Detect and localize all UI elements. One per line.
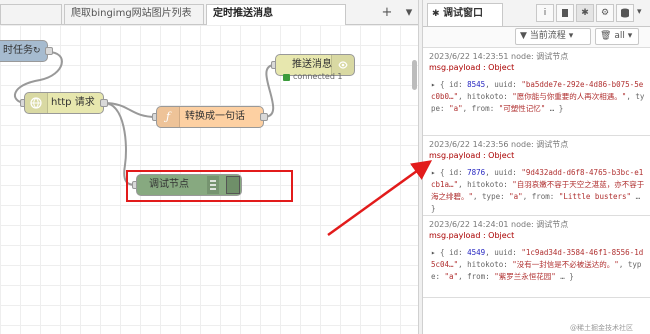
wire-function-push xyxy=(263,64,276,118)
info-icon[interactable]: i xyxy=(536,4,554,22)
output-port[interactable] xyxy=(45,47,53,55)
message-payload[interactable]: ▸ { id: 7876, uuid: "9d432add-d6f8-4765-… xyxy=(431,167,645,215)
flow-menu-button[interactable]: ▾ xyxy=(400,4,418,22)
function-icon: ƒ xyxy=(157,107,180,127)
payload-from: "可塑性记忆" xyxy=(498,104,546,113)
globe-icon xyxy=(25,93,48,113)
sidebar-header: ✱ 调试窗口 i ✱ ⚙ ▾ xyxy=(423,0,650,27)
clear-label: all xyxy=(614,31,625,41)
bug-icon: ✱ xyxy=(432,9,440,19)
filter-label: 当前流程 xyxy=(529,31,566,41)
payload-tail: … } xyxy=(549,104,564,113)
output-port[interactable] xyxy=(100,99,108,107)
output-port[interactable] xyxy=(260,113,268,121)
expand-caret-icon[interactable]: ▸ xyxy=(431,80,436,89)
payload-from: "紫罗兰永恒花园" xyxy=(494,272,556,281)
tab-label: 定时推送消息 xyxy=(213,8,273,19)
message-meta: 2023/6/22 14:23:56 node: 调试节点 xyxy=(429,140,569,149)
debug-toolbar: ▼ 当前流程 ▾ 🗑 all ▾ xyxy=(423,27,650,48)
node-label: 时任务 xyxy=(3,45,33,56)
connection-status: connected 1 xyxy=(293,72,343,81)
tab-label: 爬取bingimg网站图片列表 xyxy=(71,8,192,19)
flow-tab-bar: 爬取bingimg网站图片列表 定时推送消息 + ▾ xyxy=(0,0,422,25)
function-node[interactable]: ƒ 转换成一句话 xyxy=(156,106,264,128)
http-request-node[interactable]: http 请求 xyxy=(24,92,104,114)
payload-id: 4549 xyxy=(467,248,486,257)
payload-hitokoto: "没有一封信是不必被送达的。" xyxy=(512,260,619,269)
database-icon[interactable] xyxy=(616,4,634,22)
tab-bingimg-crawler[interactable]: 爬取bingimg网站图片列表 xyxy=(64,4,204,24)
payload-type: "a" xyxy=(449,104,463,113)
payload-hitokoto: "愿你能与你重要的人再次相遇。" xyxy=(512,92,627,101)
debug-message[interactable]: 2023/6/22 14:23:51 node: 调试节点 msg.payloa… xyxy=(423,48,650,136)
add-flow-button[interactable]: + xyxy=(378,4,396,22)
message-topic[interactable]: msg.payload : Object xyxy=(429,231,514,240)
trash-icon: 🗑 xyxy=(600,31,612,41)
caret-icon: ▾ xyxy=(568,31,574,41)
caret-icon: ▾ xyxy=(627,31,633,41)
watermark: @稀土掘金技术社区 xyxy=(570,324,633,332)
debug-message[interactable]: 2023/6/22 14:23:56 node: 调试节点 msg.payloa… xyxy=(423,136,650,216)
message-meta: 2023/6/22 14:24:01 node: 调试节点 xyxy=(429,220,569,229)
book-icon[interactable] xyxy=(556,4,574,22)
message-payload[interactable]: ▸ { id: 4549, uuid: "1c9ad34d-3584-46f1-… xyxy=(431,247,645,283)
message-topic[interactable]: msg.payload : Object xyxy=(429,151,514,160)
expand-caret-icon[interactable]: ▸ xyxy=(431,168,436,177)
payload-from: "Little busters" xyxy=(558,192,632,201)
payload-type: "a" xyxy=(509,192,523,201)
message-payload[interactable]: ▸ { id: 8545, uuid: "ba5dde7e-292e-4d86-… xyxy=(431,79,645,115)
payload-id: 8545 xyxy=(467,80,486,89)
payload-tail: … } xyxy=(560,272,574,281)
node-label: http 请求 xyxy=(51,97,95,108)
payload-type: "a" xyxy=(444,272,459,281)
highlight-box xyxy=(126,170,293,202)
tab-debug-window[interactable]: ✱ 调试窗口 xyxy=(427,3,503,26)
status-dot xyxy=(283,74,290,81)
filter-icon: ▼ xyxy=(520,31,527,41)
debug-icon[interactable]: ✱ xyxy=(576,4,594,22)
timer-inject-node[interactable]: 时任务 ↻ xyxy=(0,40,48,62)
tab-scheduled-push[interactable]: 定时推送消息 xyxy=(206,4,346,25)
clear-dropdown[interactable]: 🗑 all ▾ xyxy=(595,28,639,45)
message-meta: 2023/6/22 14:23:51 node: 调试节点 xyxy=(429,52,569,61)
workspace-scrollbar[interactable] xyxy=(412,60,417,90)
filter-dropdown[interactable]: ▼ 当前流程 ▾ xyxy=(515,28,591,45)
debug-sidebar: ✱ 调试窗口 i ✱ ⚙ ▾ ▼ 当前流程 ▾ 🗑 all ▾ 2023/6/2… xyxy=(423,0,650,334)
tab-label: 调试窗口 xyxy=(443,8,484,19)
payload-id: 7876 xyxy=(467,168,486,177)
message-topic[interactable]: msg.payload : Object xyxy=(429,63,514,72)
tab-flow-1[interactable] xyxy=(0,4,62,24)
debug-message[interactable]: 2023/6/22 14:24:01 node: 调试节点 msg.payloa… xyxy=(423,216,650,298)
node-label: 转换成一句话 xyxy=(185,111,245,122)
gear-icon[interactable]: ⚙ xyxy=(596,4,614,22)
repeat-icon: ↻ xyxy=(33,46,41,56)
expand-caret-icon[interactable]: ▸ xyxy=(431,248,436,257)
sidebar-menu-icon[interactable]: ▾ xyxy=(637,7,642,17)
